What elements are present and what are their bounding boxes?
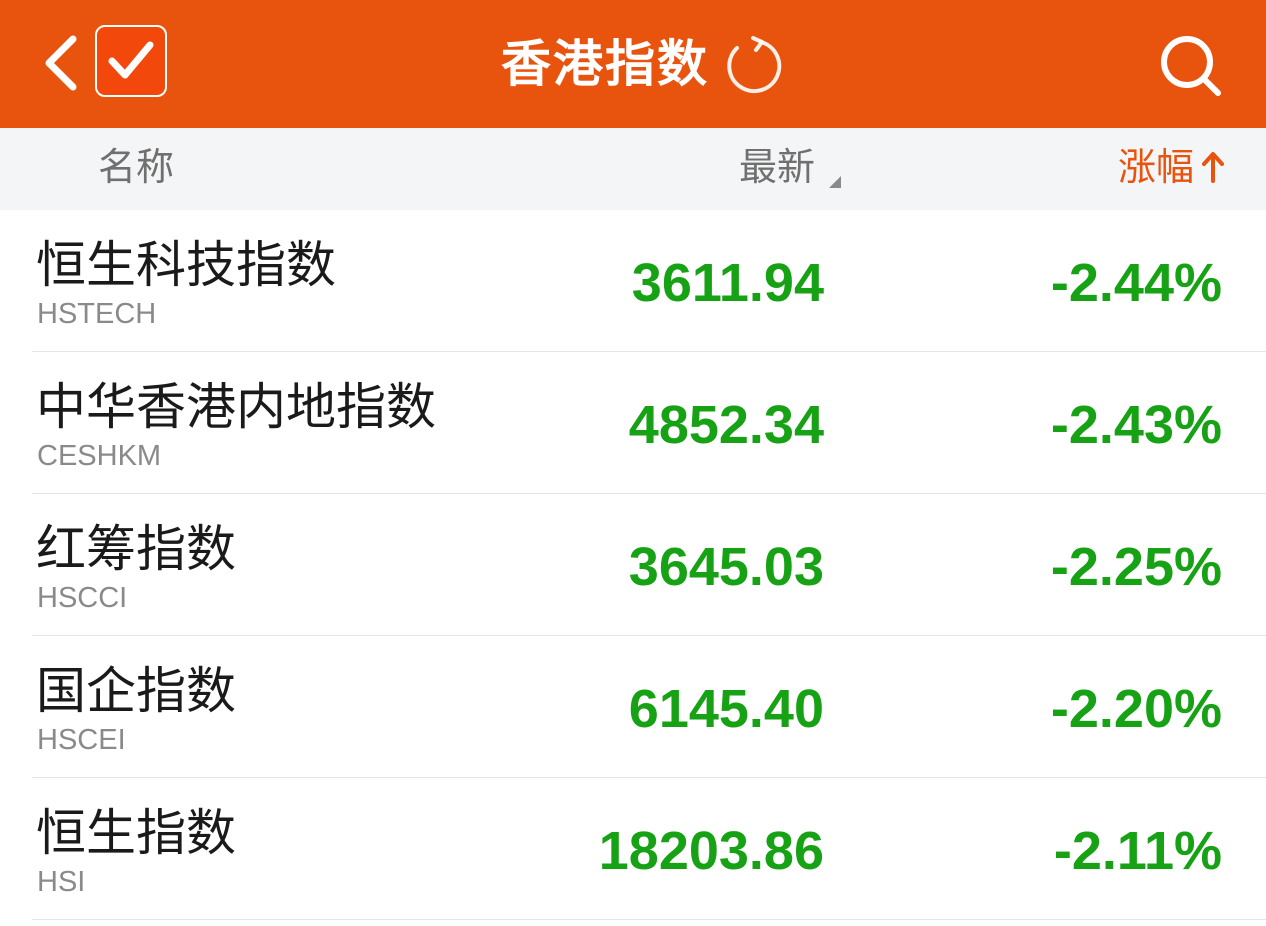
index-code: HSCEI	[37, 724, 126, 756]
back-button[interactable]	[36, 28, 86, 98]
index-row[interactable]: 恒生科技指数 HSTECH 3611.94 -2.44%	[0, 210, 1266, 352]
column-name-header[interactable]: 名称	[98, 148, 174, 186]
column-header: 名称 最新 涨幅	[0, 128, 1266, 210]
checkmark-icon	[108, 41, 154, 79]
index-code: HSTECH	[37, 298, 157, 330]
refresh-button[interactable]	[723, 34, 783, 94]
sort-arrow-up-icon	[1202, 151, 1224, 183]
index-price: 3645.03	[628, 537, 824, 597]
index-name: 红筹指数	[36, 520, 236, 578]
index-row[interactable]: 恒生指数 HSI 18203.86 -2.11%	[0, 778, 1266, 920]
index-change: -2.20%	[1050, 679, 1222, 739]
title-group: 香港指数	[501, 34, 783, 94]
search-button[interactable]	[1155, 30, 1227, 102]
index-name: 恒生科技指数	[36, 236, 336, 294]
sort-triangle-icon	[829, 176, 841, 188]
index-list: 恒生科技指数 HSTECH 3611.94 -2.44% 中华香港内地指数 CE…	[0, 210, 1266, 920]
select-button[interactable]	[95, 25, 167, 97]
index-row[interactable]: 红筹指数 HSCCI 3645.03 -2.25%	[0, 494, 1266, 636]
index-name: 国企指数	[36, 662, 236, 720]
title-area: 香港指数	[0, 0, 1266, 128]
top-bar: 香港指数	[0, 0, 1266, 128]
index-price: 18203.86	[598, 821, 824, 881]
column-change-label: 涨幅	[1117, 145, 1194, 189]
chevron-left-icon	[45, 35, 77, 91]
index-change: -2.43%	[1050, 395, 1222, 455]
index-code: HSCCI	[37, 582, 128, 614]
index-price: 6145.40	[628, 679, 824, 739]
index-row[interactable]: 国企指数 HSCEI 6145.40 -2.20%	[0, 636, 1266, 778]
index-name: 中华香港内地指数	[36, 378, 436, 436]
index-name: 恒生指数	[36, 804, 236, 862]
index-change: -2.25%	[1050, 537, 1222, 597]
page: 香港指数 名称 最新 涨幅 恒生科技指数 HSTECH 3611.94 -2.4…	[0, 0, 1266, 926]
index-code: CESHKM	[37, 440, 162, 472]
index-price: 3611.94	[631, 253, 824, 313]
index-row[interactable]: 中华香港内地指数 CESHKM 4852.34 -2.43%	[0, 352, 1266, 494]
refresh-icon	[727, 36, 782, 93]
index-price: 4852.34	[628, 395, 824, 455]
index-change: -2.44%	[1050, 253, 1222, 313]
search-icon	[1161, 36, 1221, 96]
column-latest-header[interactable]: 最新	[739, 148, 815, 186]
index-code: HSI	[37, 866, 86, 898]
column-change-header[interactable]: 涨幅	[1118, 148, 1224, 186]
row-divider	[32, 919, 1266, 920]
index-change: -2.11%	[1053, 821, 1222, 881]
page-title: 香港指数	[501, 35, 709, 93]
